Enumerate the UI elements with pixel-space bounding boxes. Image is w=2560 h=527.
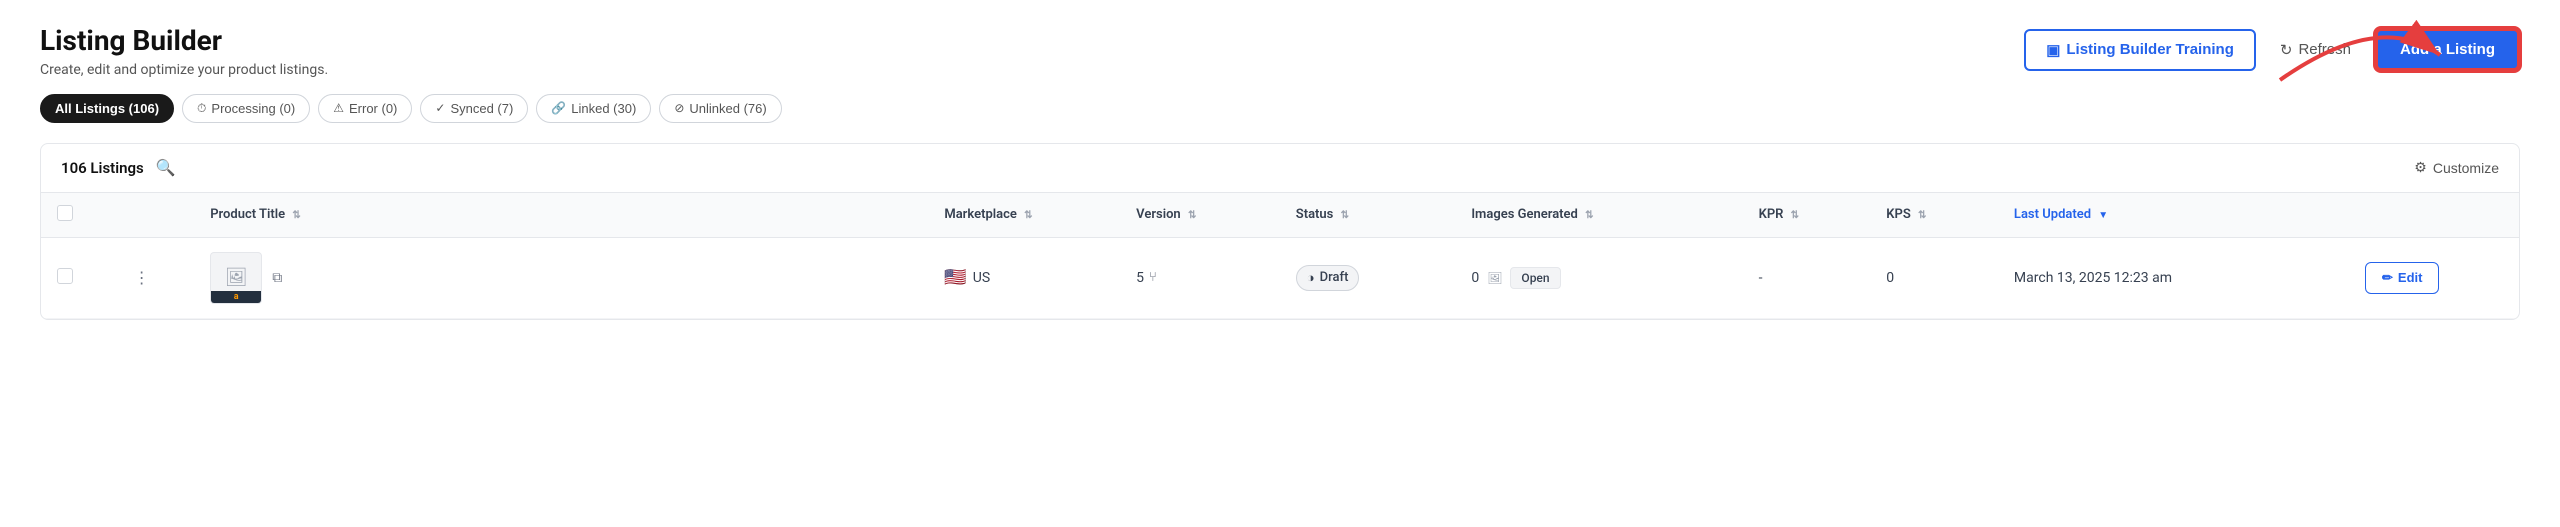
page-header: Listing Builder Create, edit and optimiz… xyxy=(40,24,2520,78)
training-button[interactable]: ▣ Listing Builder Training xyxy=(2024,29,2256,71)
row-actions-cell: ⋮ xyxy=(118,237,195,318)
image-placeholder-icon: 🖼 xyxy=(225,267,248,288)
status-badge: ◑ Draft xyxy=(1296,265,1360,291)
th-version[interactable]: Version ⇅ xyxy=(1120,193,1280,238)
row-checkbox[interactable] xyxy=(57,268,73,284)
kps-sort-icon: ⇅ xyxy=(1918,210,1926,221)
page-subtitle: Create, edit and optimize your product l… xyxy=(40,62,328,78)
filter-tab-error[interactable]: ⚠ Error (0) xyxy=(318,94,412,123)
last-updated-sort-icon: ▼ xyxy=(2098,210,2108,221)
amazon-badge: a xyxy=(211,291,261,303)
filter-tab-unlinked[interactable]: ⊘ Unlinked (76) xyxy=(659,94,781,123)
table-toolbar-left: 106 Listings 🔍 xyxy=(61,158,176,178)
copy-icon: ⧉ xyxy=(272,269,282,285)
row-edit-cell: ✏ Edit xyxy=(2349,237,2519,318)
version-cell: 5 ⑂ xyxy=(1136,270,1264,286)
marketplace-cell: 🇺🇸 US xyxy=(944,267,1104,288)
th-marketplace[interactable]: Marketplace ⇅ xyxy=(928,193,1120,238)
th-checkbox xyxy=(41,193,118,238)
product-thumbnail: 🖼 a xyxy=(210,252,262,304)
product-title-sort-icon: ⇅ xyxy=(292,210,300,221)
unlinked-icon: ⊘ xyxy=(674,101,684,115)
gear-icon: ⚙ xyxy=(2414,159,2427,176)
filter-tab-synced[interactable]: ✓ Synced (7) xyxy=(420,94,528,123)
filter-tab-all[interactable]: All Listings (106) xyxy=(40,94,174,123)
processing-icon: ⏱ xyxy=(197,101,206,116)
refresh-button[interactable]: ↻ Refresh xyxy=(2268,31,2363,69)
linked-icon: 🔗 xyxy=(551,101,566,115)
row-last-updated-cell: March 13, 2025 12:23 am xyxy=(1998,237,2349,318)
branch-icon: ⑂ xyxy=(1149,270,1157,285)
version-sort-icon: ⇅ xyxy=(1188,210,1196,221)
search-button[interactable]: 🔍 xyxy=(156,158,176,178)
marketplace-sort-icon: ⇅ xyxy=(1024,210,1032,221)
th-images-generated[interactable]: Images Generated ⇅ xyxy=(1455,193,1742,238)
error-icon: ⚠ xyxy=(333,101,344,115)
header-left: Listing Builder Create, edit and optimiz… xyxy=(40,24,328,78)
row-status-cell: ◑ Draft xyxy=(1280,237,1456,318)
th-kps[interactable]: KPS ⇅ xyxy=(1870,193,1998,238)
filter-tabs: All Listings (106) ⏱ Processing (0) ⚠ Er… xyxy=(40,94,2520,123)
search-icon: 🔍 xyxy=(156,160,176,177)
header-actions: ▣ Listing Builder Training ↻ Refresh Add… xyxy=(2024,28,2520,71)
table-header-row: Product Title ⇅ Marketplace ⇅ Version ⇅ … xyxy=(41,193,2519,238)
row-checkbox-cell xyxy=(41,237,118,318)
th-edit xyxy=(2349,193,2519,238)
listings-count: 106 Listings xyxy=(61,159,144,177)
customize-button[interactable]: ⚙ Customize xyxy=(2414,159,2499,176)
filter-tab-linked[interactable]: 🔗 Linked (30) xyxy=(536,94,651,123)
th-last-updated[interactable]: Last Updated ▼ xyxy=(1998,193,2349,238)
page-title: Listing Builder xyxy=(40,24,328,58)
select-all-checkbox[interactable] xyxy=(57,205,73,221)
row-version-cell: 5 ⑂ xyxy=(1120,237,1280,318)
flag-icon: 🇺🇸 xyxy=(944,267,966,288)
listings-table: Product Title ⇅ Marketplace ⇅ Version ⇅ … xyxy=(41,193,2519,319)
product-cell: 🖼 a ⧉ xyxy=(210,252,912,304)
row-images-cell: 0 🖼 Open xyxy=(1455,237,1742,318)
page-container: Listing Builder Create, edit and optimiz… xyxy=(0,0,2560,527)
row-menu-button[interactable]: ⋮ xyxy=(134,268,150,288)
th-kpr[interactable]: KPR ⇅ xyxy=(1743,193,1871,238)
edit-button[interactable]: ✏ Edit xyxy=(2365,262,2439,294)
half-circle-icon: ◑ xyxy=(1307,270,1315,286)
images-icon: 🖼 xyxy=(1487,271,1502,285)
open-badge: Open xyxy=(1510,267,1560,289)
row-kps-cell: 0 xyxy=(1870,237,1998,318)
row-product-title-cell: 🖼 a ⧉ xyxy=(194,237,928,318)
table-toolbar: 106 Listings 🔍 ⚙ Customize xyxy=(41,144,2519,193)
table-section: 106 Listings 🔍 ⚙ Customize Produc xyxy=(40,143,2520,320)
images-sort-icon: ⇅ xyxy=(1585,210,1593,221)
row-kpr-cell: - xyxy=(1743,237,1871,318)
images-cell: 0 🖼 Open xyxy=(1471,267,1726,289)
th-status[interactable]: Status ⇅ xyxy=(1280,193,1456,238)
pencil-icon: ✏ xyxy=(2382,270,2393,286)
status-sort-icon: ⇅ xyxy=(1341,210,1349,221)
filter-tab-processing[interactable]: ⏱ Processing (0) xyxy=(182,94,310,123)
copy-button[interactable]: ⧉ xyxy=(272,269,282,286)
th-product-title[interactable]: Product Title ⇅ xyxy=(194,193,928,238)
add-listing-button[interactable]: Add a Listing xyxy=(2375,28,2520,71)
th-actions xyxy=(118,193,195,238)
table-row: ⋮ 🖼 a ⧉ xyxy=(41,237,2519,318)
monitor-icon: ▣ xyxy=(2046,41,2060,59)
row-marketplace-cell: 🇺🇸 US xyxy=(928,237,1120,318)
refresh-icon: ↻ xyxy=(2280,41,2293,59)
kpr-sort-icon: ⇅ xyxy=(1791,210,1799,221)
synced-icon: ✓ xyxy=(435,101,445,115)
